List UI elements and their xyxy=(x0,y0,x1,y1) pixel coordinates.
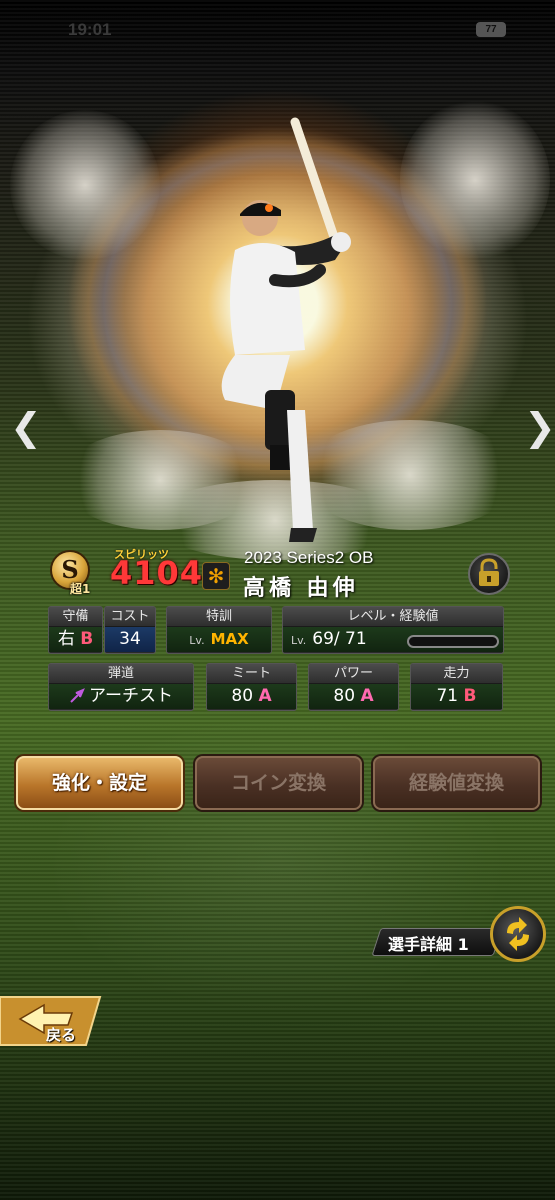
refresh-button[interactable] xyxy=(490,906,546,962)
stat-level-exp: レベル・経験値 Lv. 69/ 71 xyxy=(282,606,504,654)
power-number: 80 xyxy=(333,686,356,706)
cloud-effect xyxy=(10,110,160,260)
card-series: 2023 Series2 OB xyxy=(244,548,374,567)
speed-grade: B xyxy=(463,686,477,706)
max-tag: MAX xyxy=(210,630,249,648)
battery-icon: 77 xyxy=(476,22,506,37)
stat-cost: コスト 34 xyxy=(104,606,156,654)
position-text: 右 xyxy=(57,629,75,649)
contact-grade: A xyxy=(258,686,272,706)
stat-cost-label: コスト xyxy=(105,607,155,627)
stat-position-value: 右 B xyxy=(49,627,102,652)
position-grade: B xyxy=(80,629,94,649)
stat-special-training-label: 特訓 xyxy=(167,607,271,627)
stat-level-exp-label: レベル・経験値 xyxy=(283,607,503,627)
stat-position-label: 守備 xyxy=(49,607,102,627)
lv-prefix: Lv. xyxy=(291,634,307,647)
team-logo-icon: ✻ xyxy=(202,562,230,590)
stat-contact: ミート 80 A xyxy=(206,663,297,711)
player-image xyxy=(221,117,351,542)
trajectory-text: アーチスト xyxy=(89,686,173,706)
player-detail-label[interactable]: 選手詳細 1 xyxy=(388,931,469,955)
stat-trajectory-label: 弾道 xyxy=(49,664,193,684)
stat-special-training: 特訓 Lv. MAX xyxy=(166,606,272,654)
stat-contact-label: ミート xyxy=(207,664,296,684)
refresh-icon xyxy=(507,917,529,951)
stat-special-training-value: Lv. MAX xyxy=(167,627,271,652)
stat-speed: 走力 71 B xyxy=(410,663,503,711)
stat-contact-value: 80 A xyxy=(207,684,296,709)
player-name: 高橋 由伸 xyxy=(243,576,359,601)
stat-power-label: パワー xyxy=(309,664,398,684)
cloud-effect xyxy=(400,100,550,260)
stat-power-value: 80 A xyxy=(309,684,398,709)
trajectory-arrow-icon xyxy=(70,688,85,703)
stat-speed-label: 走力 xyxy=(411,664,502,684)
speed-number: 71 xyxy=(436,686,459,706)
back-label[interactable]: 戻る xyxy=(46,1024,76,1045)
stat-speed-value: 71 B xyxy=(411,684,502,709)
chevron-left-icon[interactable]: ❮ xyxy=(10,408,42,446)
enhance-settings-button[interactable]: 強化・設定 xyxy=(16,756,183,810)
stat-power: パワー 80 A xyxy=(308,663,399,711)
lv-prefix: Lv. xyxy=(189,634,205,647)
stat-trajectory-value: アーチスト xyxy=(49,684,193,709)
stat-cost-value: 34 xyxy=(105,627,155,652)
status-time: 19:01 xyxy=(68,20,112,39)
exp-convert-button[interactable]: 経験値変換 xyxy=(373,756,540,810)
coin-convert-button[interactable]: コイン変換 xyxy=(195,756,362,810)
level-text: 69/ 71 xyxy=(312,629,367,649)
stat-position: 守備 右 B xyxy=(48,606,103,654)
chevron-right-icon[interactable]: ❯ xyxy=(524,408,555,446)
spirit-value: 4104 xyxy=(110,554,204,592)
exp-bar xyxy=(407,635,499,648)
stat-trajectory: 弾道 アーチスト xyxy=(48,663,194,711)
lock-button[interactable] xyxy=(468,553,510,595)
power-grade: A xyxy=(360,686,374,706)
rank-sub-label: 超1 xyxy=(70,582,91,596)
contact-number: 80 xyxy=(231,686,254,706)
lock-icon xyxy=(479,558,499,586)
